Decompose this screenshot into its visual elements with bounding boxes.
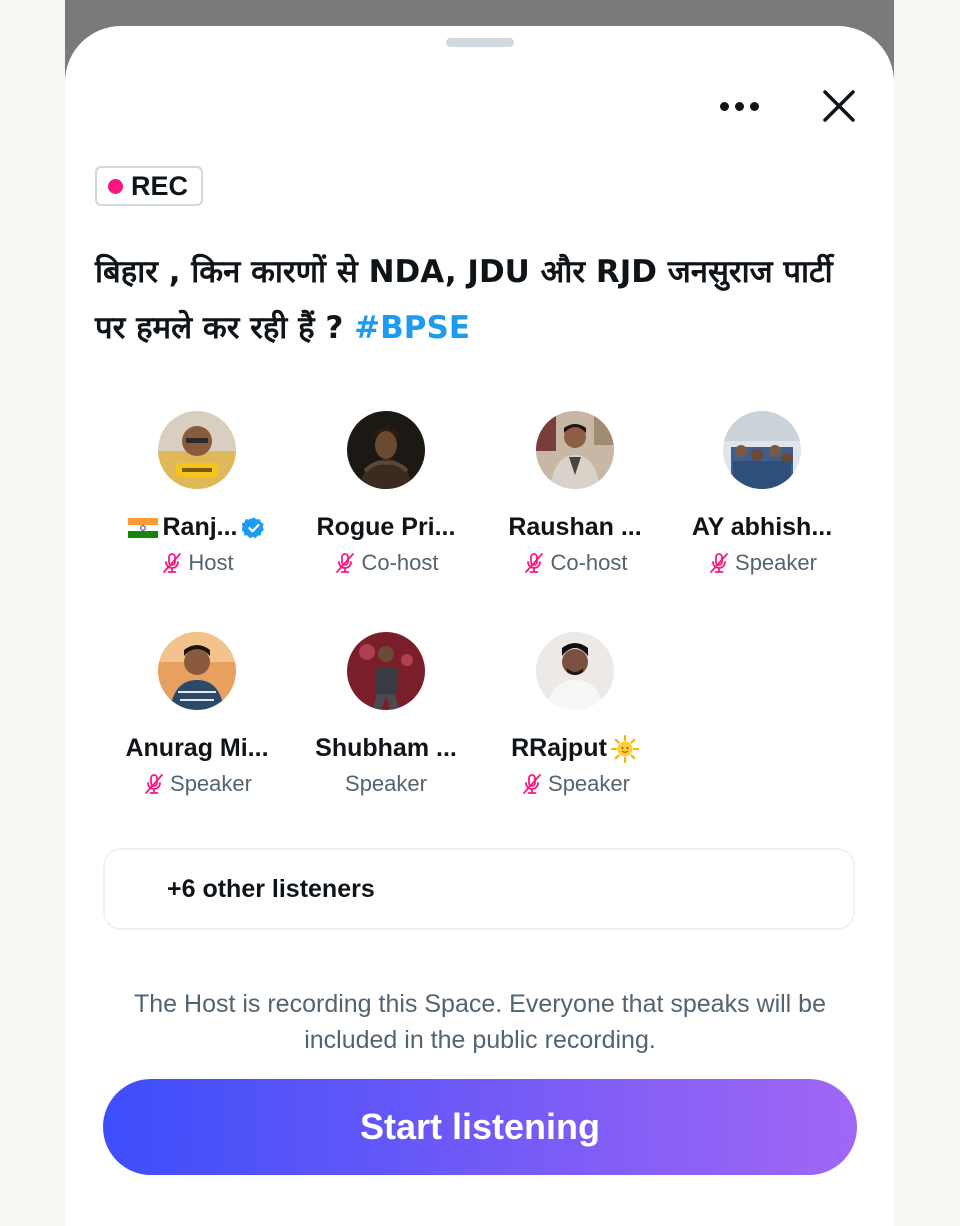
sun-with-face-icon <box>610 734 639 763</box>
avatar <box>536 411 614 489</box>
participant-role: Speaker <box>97 771 297 797</box>
more-horizontal-icon <box>719 101 729 111</box>
close-button[interactable] <box>817 84 861 128</box>
space-sheet: REC बिहार , किन कारणों से NDA, JDU और RJ… <box>65 26 894 1226</box>
participant-role: Co-host <box>475 550 675 576</box>
avatar <box>158 632 236 710</box>
participant-role: Speaker <box>345 771 427 796</box>
participant-name: Shubham ... <box>315 734 457 762</box>
participant-card[interactable]: RRajput Speaker <box>475 632 675 797</box>
india-flag-icon <box>128 517 159 538</box>
other-listeners-label: +6 other listeners <box>167 874 375 903</box>
close-icon <box>823 90 855 122</box>
more-options-button[interactable] <box>711 86 767 126</box>
participant-role: Speaker <box>662 550 862 576</box>
hashtag-link[interactable]: #BPSE <box>354 310 470 346</box>
recording-badge: REC <box>95 166 203 206</box>
mic-off-icon <box>522 551 546 575</box>
record-dot-icon <box>108 178 123 194</box>
start-listening-button[interactable]: Start listening <box>103 1079 857 1175</box>
space-title: बिहार , किन कारणों से NDA, JDU और RJD जन… <box>95 244 855 356</box>
participant-name: AY abhish... <box>691 513 833 541</box>
mic-off-icon <box>520 772 544 796</box>
participant-name: RRajput <box>475 734 675 763</box>
participant-role: Co-host <box>286 550 486 576</box>
participant-role: Host <box>97 550 297 576</box>
avatar <box>536 632 614 710</box>
mic-off-icon <box>707 551 731 575</box>
participant-card[interactable]: Shubham ... Speaker <box>286 632 486 797</box>
verified-badge-icon <box>241 517 264 538</box>
participant-name: Raushan ... <box>508 513 642 541</box>
mic-off-icon <box>333 551 357 575</box>
mic-off-icon <box>160 551 184 575</box>
participant-card[interactable]: Rogue Pri... Co-host <box>286 411 486 576</box>
other-listeners-row[interactable]: +6 other listeners <box>103 848 855 930</box>
avatar <box>347 632 425 710</box>
participant-card[interactable]: Ranj... Host <box>97 411 297 576</box>
participant-role: Speaker <box>475 771 675 797</box>
recording-label: REC <box>131 170 189 201</box>
avatar <box>347 411 425 489</box>
avatar <box>723 411 801 489</box>
participant-card[interactable]: AY abhish... Speaker <box>662 411 862 576</box>
participant-name: Ranj... <box>97 513 297 542</box>
participant-name: Anurag Mi... <box>125 734 269 762</box>
avatar <box>158 411 236 489</box>
drag-handle[interactable] <box>446 38 514 47</box>
mic-off-icon <box>142 772 166 796</box>
participant-card[interactable]: Raushan ... Co-host <box>475 411 675 576</box>
participant-name: Rogue Pri... <box>316 513 456 541</box>
recording-notice: The Host is recording this Space. Everyo… <box>133 990 826 1054</box>
participant-card[interactable]: Anurag Mi... Speaker <box>97 632 297 797</box>
